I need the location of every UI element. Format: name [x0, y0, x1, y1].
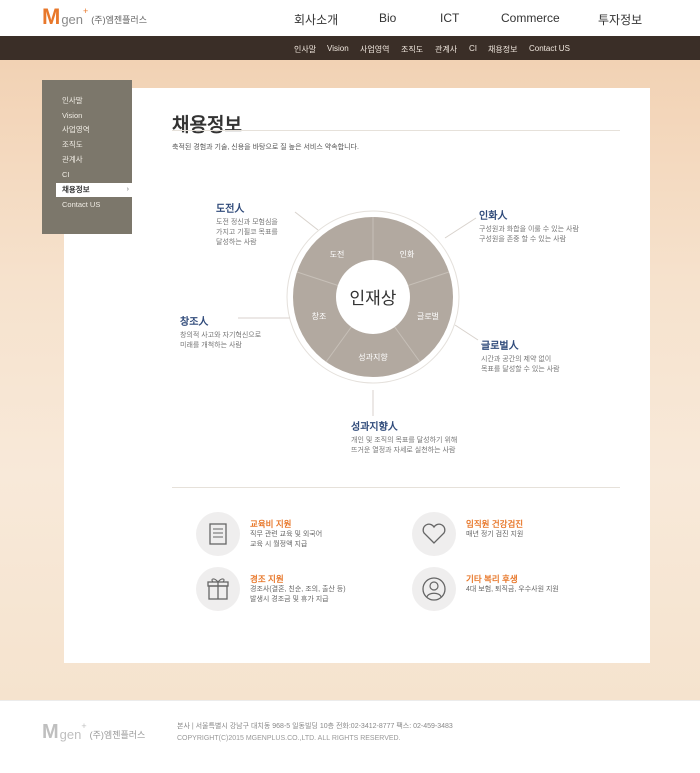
- benefit-desc: 직무 관련 교육 및 외국어 교육 시 월정액 지급: [250, 530, 322, 550]
- benefit-desc-line: 직무 관련 교육 및 외국어: [250, 531, 323, 538]
- benefit-desc: 4대 보험, 퇴직금, 우수사원 지원: [466, 585, 559, 595]
- trait-desc-line: 가지고 기필코 목표를: [216, 229, 278, 236]
- benefit-title: 임직원 건강검진: [466, 519, 524, 529]
- person-icon: [412, 567, 456, 611]
- benefit-title: 교육비 지원: [250, 519, 292, 529]
- trait-challenge: 도전人 도전 정신과 모험심을 가지고 기필코 목표를 달성하는 사람: [216, 200, 278, 248]
- connector-lines: [238, 211, 479, 416]
- gift-icon: [196, 567, 240, 611]
- benefit-desc: 경조사(결혼, 친순, 조의, 출산 등) 발생시 경조금 및 휴가 지급: [250, 585, 346, 605]
- heart-icon: [412, 512, 456, 556]
- trait-title: 글로벌人: [481, 341, 519, 352]
- trait-title: 도전人: [216, 204, 245, 215]
- trait-desc: 개인 및 조직의 목표를 달성하기 위해 뜨거운 열정과 자세로 실천하는 사람: [351, 436, 457, 456]
- trait-desc-line: 목표를 달성할 수 있는 사람: [481, 366, 560, 373]
- trait-desc-line: 달성하는 사람: [216, 239, 257, 246]
- trait-performance: 성과지향人 개인 및 조직의 목표를 달성하기 위해 뜨거운 열정과 자세로 실…: [351, 418, 457, 456]
- logo-gen: gen: [59, 727, 82, 742]
- trait-desc-line: 시간과 공간의 제약 없이: [481, 356, 552, 363]
- trait-desc-line: 개인 및 조직의 목표를 달성하기 위해: [351, 437, 458, 444]
- trait-desc-line: 도전 정신과 모험심을: [216, 219, 278, 226]
- footer-logo[interactable]: M gen + (주)엠젠플러스: [42, 721, 145, 743]
- benefit-desc-line: 발생시 경조금 및 휴가 지급: [250, 596, 329, 603]
- benefit-desc-line: 경조사(결혼, 친순, 조의, 출산 등): [250, 586, 346, 593]
- trait-desc-line: 뜨거운 열정과 자세로 실천하는 사람: [351, 447, 456, 454]
- trait-creativity: 창조人 창의적 사고와 자기혁신으로 미래를 개척하는 사람: [180, 313, 261, 351]
- logo-company-name: (주)엠젠플러스: [89, 730, 146, 740]
- footer-copyright: COPYRIGHT(C)2015 MGENPLUS.CO.,LTD. ALL R…: [177, 735, 401, 742]
- trait-desc: 시간과 공간의 제약 없이 목표를 달성할 수 있는 사람: [481, 355, 560, 375]
- logo-m: M: [42, 721, 59, 743]
- logo-plus: +: [81, 721, 87, 731]
- benefit-desc-line: 매년 정기 검진 지원: [466, 531, 524, 538]
- trait-desc: 구성원과 화합을 이룰 수 있는 사람 구성원을 존중 할 수 있는 사람: [479, 225, 579, 245]
- trait-desc-line: 구성원을 존중 할 수 있는 사람: [479, 236, 567, 243]
- section-divider: [172, 487, 620, 488]
- trait-global: 글로벌人 시간과 공간의 제약 없이 목표를 달성할 수 있는 사람: [481, 337, 560, 375]
- benefit-desc-line: 4대 보험, 퇴직금, 우수사원 지원: [466, 586, 559, 593]
- trait-harmony: 인화人 구성원과 화합을 이룰 수 있는 사람 구성원을 존중 할 수 있는 사…: [479, 207, 579, 245]
- trait-desc-line: 창의적 사고와 자기혁신으로: [180, 332, 262, 339]
- footer-address: 본사 | 서울특별시 강남구 대치동 968-5 일동빌딩 10층 전화:02-…: [177, 723, 453, 730]
- trait-title: 창조人: [180, 317, 209, 328]
- trait-desc: 도전 정신과 모험심을 가지고 기필코 목표를 달성하는 사람: [216, 218, 278, 248]
- benefit-title: 경조 지원: [250, 574, 284, 584]
- trait-title: 성과지향人: [351, 422, 398, 433]
- trait-desc: 창의적 사고와 자기혁신으로 미래를 개척하는 사람: [180, 331, 261, 351]
- trait-desc-line: 구성원과 화합을 이룰 수 있는 사람: [479, 226, 579, 233]
- benefit-title: 기타 복리 후생: [466, 574, 518, 584]
- benefit-desc-line: 교육 시 월정액 지급: [250, 541, 308, 548]
- footer: M gen + (주)엠젠플러스 본사 | 서울특별시 강남구 대치동 968-…: [0, 700, 700, 773]
- document-icon: [196, 512, 240, 556]
- trait-desc-line: 미래를 개척하는 사람: [180, 342, 242, 349]
- trait-title: 인화人: [479, 211, 508, 222]
- benefit-desc: 매년 정기 검진 지원: [466, 530, 523, 540]
